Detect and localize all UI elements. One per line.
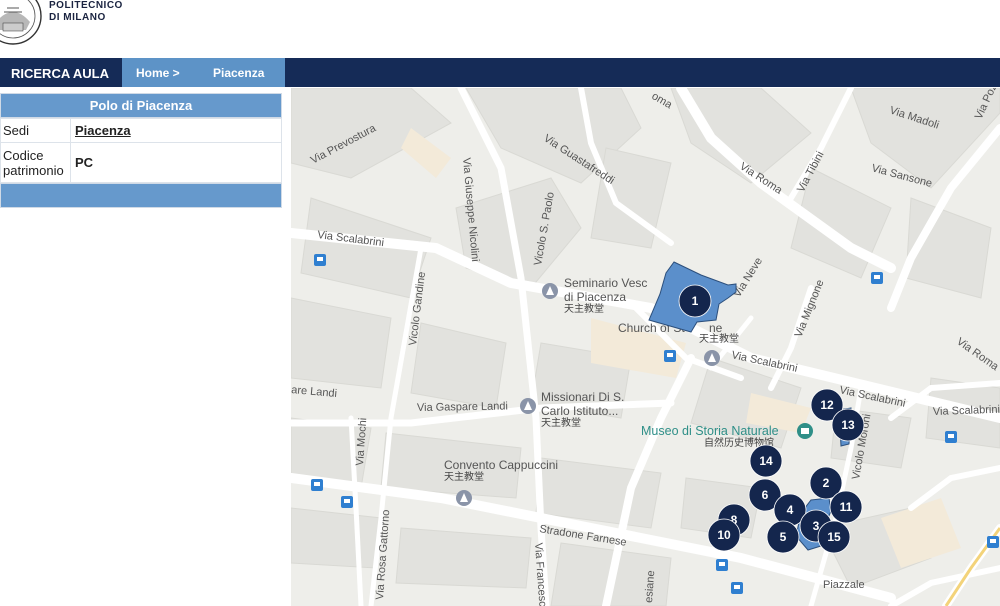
map-view[interactable]: Via Prevostura Via Guastafreddi Via Mado… (291, 88, 1000, 606)
brand-name: POLITECNICO DI MILANO (49, 0, 123, 24)
label-line-1: Codice (3, 147, 44, 163)
bus-stop-icon[interactable] (987, 536, 999, 548)
poi-name: Seminario Vesc (564, 276, 647, 290)
bus-stop-icon[interactable] (945, 431, 957, 443)
navbar: RICERCA AULA Home > Piacenza (0, 58, 1000, 87)
building-marker[interactable]: 13 (831, 408, 865, 442)
marker-number: 11 (840, 500, 853, 514)
street-label: Piazzale (823, 579, 865, 591)
building-marker[interactable]: 14 (749, 444, 783, 478)
breadcrumb-home[interactable]: Home > (136, 66, 180, 80)
info-table: Sedi Piacenza Codice patrimonio PC (0, 118, 282, 183)
poi-subtitle: 天主教堂 (699, 332, 739, 345)
marker-number: 12 (820, 398, 834, 412)
bus-stop-icon[interactable] (314, 254, 326, 266)
street-label: Via Francesco (532, 542, 549, 606)
marker-number: 4 (787, 503, 794, 517)
sede-link[interactable]: Piacenza (75, 123, 131, 138)
marker-number: 3 (813, 519, 820, 533)
bus-stop-icon[interactable] (716, 559, 728, 571)
poi-name: di Piacenza (564, 290, 626, 304)
poi-subtitle: 天主教堂 (564, 302, 604, 315)
poi-name: Carlo Istituto... (541, 404, 618, 418)
poi-subtitle: 天主教堂 (541, 416, 581, 429)
street-label: oma (650, 90, 675, 112)
building-marker[interactable]: 11 (829, 490, 863, 524)
bus-stop-icon[interactable] (731, 582, 743, 594)
marker-number: 5 (780, 530, 787, 544)
bus-stop-icon[interactable] (664, 350, 676, 362)
poi-subtitle: 天主教堂 (444, 470, 484, 483)
row-label: Codice patrimonio (0, 142, 71, 183)
brand-line-2: DI MILANO (49, 12, 106, 23)
street-label: are Landi (291, 384, 337, 400)
patrimonio-code: PC (70, 142, 282, 183)
row-label: Sedi (0, 118, 71, 143)
marker-number: 6 (762, 488, 769, 502)
brand-line-1: POLITECNICO (49, 0, 123, 11)
poi-name: ne (709, 321, 723, 335)
marker-number: 1 (692, 294, 699, 308)
poi-name: Missionari Di S. (541, 390, 624, 404)
bus-stop-icon[interactable] (341, 496, 353, 508)
marker-number: 2 (823, 476, 830, 490)
header: POLITECNICO DI MILANO (0, 0, 1000, 58)
marker-number: 14 (759, 454, 773, 468)
street-label: Via Roma (954, 336, 1000, 374)
street-label: Via Gaspare Landi (417, 400, 508, 414)
street-label: esiane (643, 570, 657, 603)
breadcrumb: Home > Piacenza (122, 58, 285, 87)
street-label: Via Neve (731, 256, 765, 300)
panel-title: Polo di Piacenza (0, 93, 282, 118)
table-row: Sedi Piacenza (0, 118, 282, 143)
table-row: Codice patrimonio PC (0, 142, 282, 183)
poi-name: Convento Cappuccini (444, 458, 558, 472)
street-label: Via Mochi (354, 417, 369, 466)
table-cell: Piacenza (70, 118, 282, 143)
marker-number: 13 (841, 418, 855, 432)
building-marker[interactable]: 1 (678, 284, 712, 318)
poi-name: Museo di Storia Naturale (641, 424, 779, 438)
building-marker[interactable]: 5 (766, 520, 800, 554)
breadcrumb-piacenza[interactable]: Piacenza (213, 66, 264, 80)
info-panel: Polo di Piacenza Sedi Piacenza Codice pa… (0, 93, 282, 208)
bus-stop-icon[interactable] (871, 272, 883, 284)
bus-stop-icon[interactable] (311, 479, 323, 491)
marker-number: 15 (827, 530, 841, 544)
panel-footer (0, 183, 282, 208)
building-marker[interactable]: 15 (817, 520, 851, 554)
building-marker[interactable]: 10 (707, 518, 741, 552)
university-seal-logo (0, 0, 42, 45)
label-line-2: patrimonio (3, 162, 64, 178)
marker-number: 10 (717, 528, 731, 542)
street-label: Via Scalabrini (933, 404, 1000, 418)
app-title[interactable]: RICERCA AULA (11, 66, 109, 81)
